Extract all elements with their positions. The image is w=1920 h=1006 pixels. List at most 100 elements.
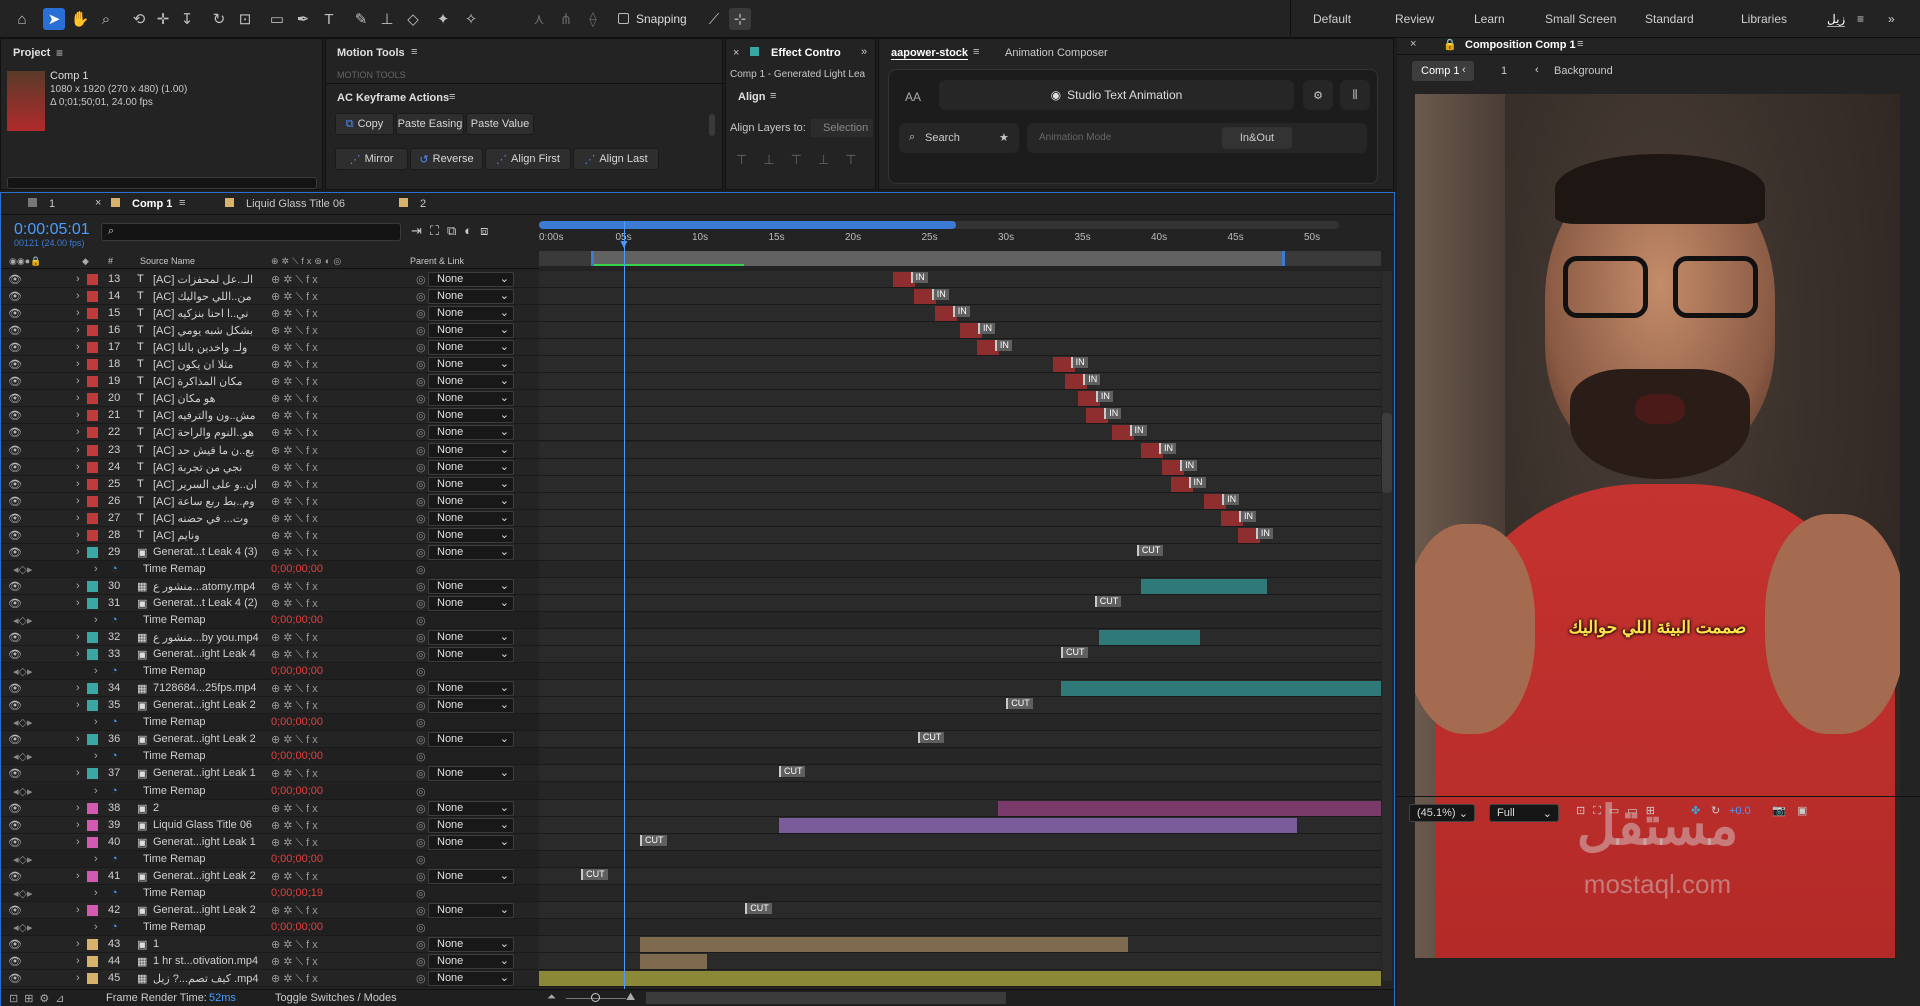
layer-row[interactable]: 👁 › 26 T [AC] وم..بط ربع ساعة ⊕✲⟍fx ◎ None ⌄ [1,493,539,510]
expand-arrow-icon[interactable]: › [76,529,80,541]
paste-easing-button[interactable]: Paste Easing [396,113,464,135]
in-marker[interactable]: IN [1129,425,1147,436]
expand-arrow-icon[interactable]: › [76,904,80,916]
workspace-menu-icon[interactable]: ≡ [1857,12,1864,26]
source-name-header[interactable]: Source Name [140,256,195,266]
layer-duration-bar[interactable] [1061,681,1381,696]
parent-pickwhip-icon[interactable]: ◎ [416,375,426,388]
project-search-input[interactable] [7,177,317,189]
layer-switches-icons[interactable]: ⊕✲⟍fx [271,461,321,475]
layer-name[interactable]: Generat...t Leak 4 (3) [153,546,268,558]
layer-switches-icons[interactable]: ⊕✲⟍fx [271,699,321,713]
layer-row[interactable]: 👁 › 30 ▦ منشور ع...atomy.mp4 ⊕✲⟍fx ◎ None ⌄ [1,578,539,595]
timeline-track[interactable]: IN [539,407,1381,424]
layer-name[interactable]: [AC] يع..ن ما فيش حد [153,444,268,457]
expression-pickwhip-icon[interactable]: ◎ [416,853,426,866]
panel-menu-icon[interactable]: ≡ [56,46,63,60]
parent-select[interactable]: None ⌄ [428,903,514,918]
time-remap-value[interactable]: 0;00;00;00 [271,614,323,626]
parent-pickwhip-icon[interactable]: ◎ [416,324,426,337]
brush-tool-icon[interactable]: ✎ [350,8,372,30]
expand-arrow-icon[interactable]: › [76,972,80,984]
work-area-range[interactable] [539,221,956,229]
layer-row[interactable]: 👁 › 42 ▣ Generat...ight Leak 2 ⊕✲⟍fx ◎ None ⌄ [1,902,539,919]
orbit-tool-icon[interactable]: ⟲ [128,8,150,30]
parent-select[interactable]: None ⌄ [428,647,514,662]
reverse-button[interactable]: ↺ Reverse [410,148,483,170]
timeline-track[interactable] [539,629,1381,646]
parent-pickwhip-icon[interactable]: ◎ [416,819,426,832]
selection-tool-icon[interactable]: ➤ [43,8,65,30]
parent-select[interactable]: None ⌄ [428,511,514,526]
expand-arrow-icon[interactable]: › [76,580,80,592]
layer-switches-icons[interactable]: ⊕✲⟍fx [271,307,321,321]
timeline-scrollbar[interactable] [1382,271,1392,981]
parent-select[interactable]: None ⌄ [428,528,514,543]
layer-switches-icons[interactable]: ⊕✲⟍fx [271,375,321,389]
time-ruler[interactable]: 0:00s05s10s15s20s25s30s35s40s45s50s [539,221,1381,271]
timeline-track[interactable]: IN [539,356,1381,373]
sliders-icon[interactable]: ⫼ [1340,80,1370,110]
timeline-track[interactable]: IN [539,459,1381,476]
layer-name[interactable]: [AC] بشكل شبه يومي [153,324,268,337]
disclosure-triangle-icon[interactable]: › [94,563,98,575]
visibility-eye-icon[interactable]: 👁 [8,392,22,405]
visibility-eye-icon[interactable]: 👁 [8,597,22,610]
parent-link-header[interactable]: Parent & Link [410,256,464,266]
snapping-checkbox[interactable] [618,13,629,24]
scrollbar[interactable] [709,114,715,136]
expression-pickwhip-icon[interactable]: ◎ [416,785,426,798]
layer-row[interactable]: 👁 › 23 T [AC] يع..ن ما فيش حد ⊕✲⟍fx ◎ None ⌄ [1,442,539,459]
cut-marker[interactable]: CUT [1061,647,1088,658]
layer-duration-bar[interactable] [640,937,1129,952]
layer-switches-icons[interactable]: ⊕✲⟍fx [271,972,321,986]
layer-name[interactable]: [AC] هو..النوم والراحة [153,426,268,439]
close-icon[interactable]: × [733,47,739,59]
expand-arrow-icon[interactable]: › [76,631,80,643]
layer-name[interactable]: 7128684...25fps.mp4 [153,682,268,694]
timeline-track[interactable] [539,953,1381,970]
layer-name[interactable]: Generat...ight Leak 2 [153,699,268,711]
timeline-track[interactable]: IN [539,322,1381,339]
visibility-eye-icon[interactable]: 👁 [8,341,22,354]
expand-arrow-icon[interactable]: › [76,733,80,745]
parent-pickwhip-icon[interactable]: ◎ [416,290,426,303]
parent-pickwhip-icon[interactable]: ◎ [416,597,426,610]
layer-row[interactable]: 👁 › 41 ▣ Generat...ight Leak 2 ⊕✲⟍fx ◎ None ⌄ [1,868,539,885]
parent-select[interactable]: None ⌄ [428,954,514,969]
label-color-swatch[interactable] [87,513,98,524]
expand-arrow-icon[interactable]: › [76,597,80,609]
in-marker[interactable]: IN [931,289,949,300]
playhead[interactable] [624,221,625,1001]
parent-pickwhip-icon[interactable]: ◎ [416,358,426,371]
parent-pickwhip-icon[interactable]: ◎ [416,409,426,422]
parent-pickwhip-icon[interactable]: ◎ [416,836,426,849]
time-remap-value[interactable]: 0;00;00;19 [271,887,323,899]
layer-switches-icons[interactable]: ⊕✲⟍fx [271,682,321,696]
expand-arrow-icon[interactable]: › [76,426,80,438]
visibility-eye-icon[interactable]: 👁 [8,904,22,917]
timeline-track[interactable]: CUT [539,765,1381,782]
parent-pickwhip-icon[interactable]: ◎ [416,546,426,559]
resolution-select[interactable]: Full ⌄ [1489,804,1559,822]
rectangle-tool-icon[interactable]: ▭ [266,8,288,30]
layer-name[interactable]: [AC] مكان المذاكرة [153,375,268,388]
expand-arrow-icon[interactable]: › [76,341,80,353]
eraser-tool-icon[interactable]: ◇ [402,8,424,30]
layer-name[interactable]: [AC] ان..و على السرير [153,478,268,491]
color-channel-icon[interactable]: ✤ [1691,804,1700,817]
align-first-button[interactable]: ⋰ Align First [485,148,571,170]
timeline-track[interactable] [539,817,1381,834]
tab-1[interactable]: 1 [49,198,55,210]
breadcrumb-1[interactable]: 1 [1501,65,1507,77]
layer-name[interactable]: Generat...ight Leak 4 [153,648,268,660]
layer-duration-bar[interactable] [1141,579,1268,594]
timeline-track[interactable]: CUT [539,834,1381,851]
align-last-button[interactable]: ⋰ Align Last [573,148,659,170]
snap-target-icon[interactable]: ⊹ [729,8,751,30]
in-marker[interactable]: IN [1222,494,1240,505]
layer-switches-icons[interactable]: ⊕✲⟍fx [271,409,321,423]
label-color-swatch[interactable] [87,820,98,831]
expression-pickwhip-icon[interactable]: ◎ [416,563,426,576]
horizontal-scrollbar[interactable] [646,992,1006,1004]
